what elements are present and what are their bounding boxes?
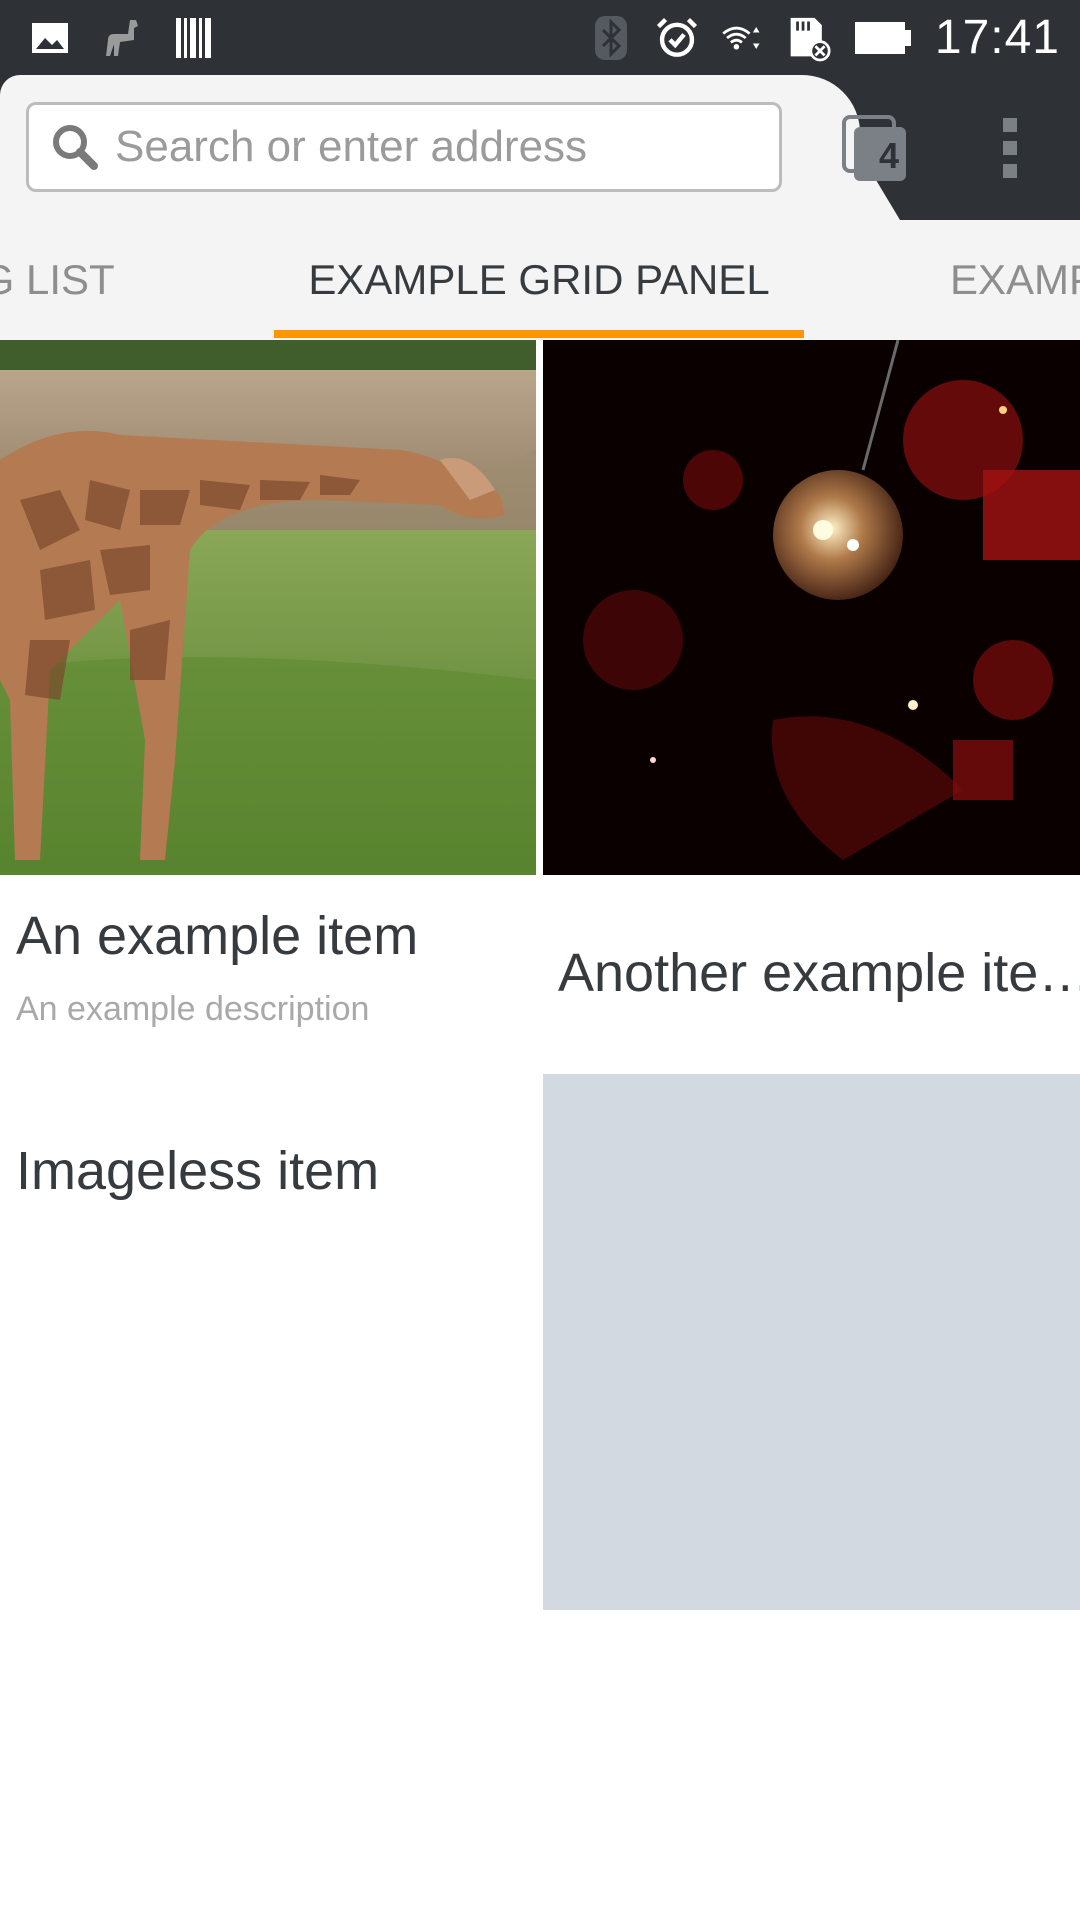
overflow-menu-button[interactable] (990, 113, 1030, 183)
tab-example-next[interactable]: EXAMP (950, 220, 1080, 340)
url-input[interactable] (113, 121, 757, 173)
barcode-notification-icon (172, 16, 216, 60)
panel-tab-strip: IG LIST EXAMPLE GRID PANEL EXAMP (0, 220, 1080, 340)
picture-notification-icon (28, 16, 72, 60)
status-bar: 17:41 (0, 0, 1080, 75)
tabs-count: 4 (878, 135, 900, 176)
grid-item-title[interactable]: Another example ite… (558, 942, 1080, 1004)
status-bar-time: 17:41 (934, 11, 1060, 64)
grid-item-title[interactable]: Imageless item (16, 1140, 379, 1202)
grid-item-image-giraffe[interactable] (0, 340, 536, 875)
llama-notification-icon (100, 16, 144, 60)
alarm-icon (655, 16, 699, 60)
grid-item-description: An example description (16, 990, 370, 1028)
status-bar-notifications (28, 10, 216, 66)
grid-item-title[interactable]: An example item (16, 905, 418, 967)
grid-item-image-placeholder[interactable] (543, 1074, 1080, 1610)
example-grid-panel: An example item An example description A… (0, 340, 1080, 1920)
active-tab-indicator (274, 330, 804, 338)
sd-card-error-icon (787, 16, 831, 61)
wifi-icon (721, 16, 765, 60)
tab-example-grid-panel[interactable]: EXAMPLE GRID PANEL (274, 220, 804, 340)
url-bar[interactable] (26, 102, 782, 192)
status-bar-system: 17:41 (589, 0, 1060, 75)
bluetooth-icon (589, 15, 633, 60)
browser-toolbar: 4 (0, 75, 1080, 220)
tabs-counter-button[interactable]: 4 (840, 113, 910, 183)
tab-reading-list[interactable]: IG LIST (0, 220, 115, 340)
grid-item-image-disco-ball[interactable] (543, 340, 1080, 875)
search-icon (45, 117, 105, 177)
battery-icon (853, 16, 913, 60)
